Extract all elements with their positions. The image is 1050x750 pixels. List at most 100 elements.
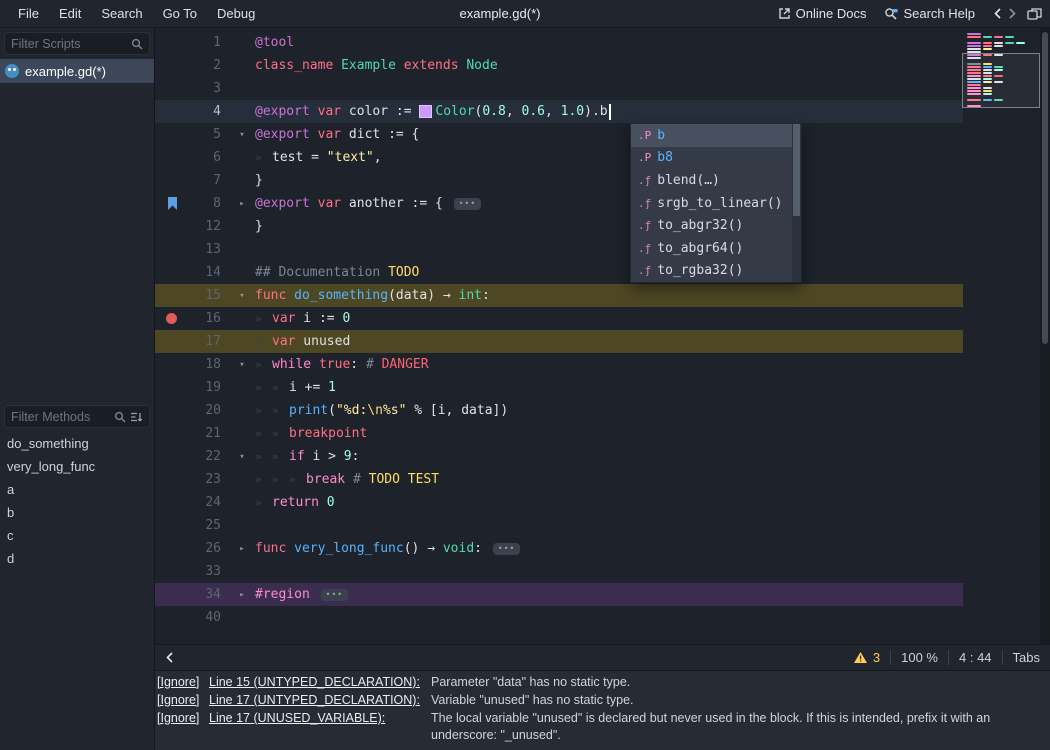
code-line[interactable]: 34▸#region •••: [155, 583, 963, 606]
autocomplete-item[interactable]: .ƒto_abgr64(): [631, 237, 801, 260]
menu-item[interactable]: Debug: [207, 3, 265, 24]
sort-methods-icon[interactable]: [130, 411, 143, 423]
method-item[interactable]: c: [0, 524, 154, 547]
menu-item[interactable]: Edit: [49, 3, 91, 24]
minimap[interactable]: [962, 28, 1040, 644]
code-line[interactable]: 21»»breakpoint: [155, 422, 963, 445]
menu-bar: FileEditSearchGo ToDebug example.gd(*) O…: [0, 0, 1050, 28]
menu-item[interactable]: Search: [91, 3, 152, 24]
method-item[interactable]: d: [0, 547, 154, 570]
toggle-bottom-panel-icon[interactable]: [165, 651, 174, 664]
search-help-button[interactable]: Search Help: [880, 4, 979, 23]
code-line[interactable]: 8▸@export var another := { •••: [155, 192, 963, 215]
vertical-scrollbar[interactable]: [1040, 28, 1050, 644]
ignore-link[interactable]: [Ignore]: [157, 674, 209, 691]
code-line[interactable]: 3: [155, 77, 963, 100]
fold-collapsed-icon[interactable]: ▸: [229, 590, 255, 600]
code-line[interactable]: 4@export var color := Color(0.8, 0.6, 1.…: [155, 100, 963, 123]
code-line[interactable]: 17»var unused: [155, 330, 963, 353]
method-item[interactable]: a: [0, 478, 154, 501]
color-swatch[interactable]: [419, 105, 432, 118]
indent-mode[interactable]: Tabs: [1013, 650, 1040, 665]
folded-code-ellipsis[interactable]: •••: [321, 589, 348, 601]
code-line[interactable]: 13: [155, 238, 963, 261]
warning-line-link[interactable]: Line 15 (UNTYPED_DECLARATION):: [209, 674, 431, 691]
code-line[interactable]: 15▾func do_something(data) → int:: [155, 284, 963, 307]
status-items: 3 100 % 4 : 44 Tabs: [853, 650, 1040, 665]
filter-scripts-input[interactable]: [11, 37, 127, 51]
autocomplete-item[interactable]: .ƒblend(…): [631, 169, 801, 192]
ignore-link[interactable]: [Ignore]: [157, 692, 209, 709]
warning-message: The local variable "unused" is declared …: [431, 710, 1048, 744]
line-gutter-marks[interactable]: [155, 313, 179, 324]
code-line[interactable]: 19»»i += 1: [155, 376, 963, 399]
script-item[interactable]: example.gd(*): [0, 59, 154, 83]
folded-code-ellipsis[interactable]: •••: [493, 543, 520, 555]
line-number: 33: [179, 564, 229, 579]
tab-indent-marker: »: [255, 335, 272, 348]
method-icon: .ƒ: [638, 174, 651, 187]
fold-expanded-icon[interactable]: ▾: [229, 452, 255, 462]
code-line[interactable]: 26▸func very_long_func() → void: •••: [155, 537, 963, 560]
code-line[interactable]: 24»return 0: [155, 491, 963, 514]
line-number: 4: [179, 104, 229, 119]
code-text: »var i := 0: [255, 311, 350, 326]
fold-expanded-icon[interactable]: ▾: [229, 291, 255, 301]
warning-line-link[interactable]: Line 17 (UNUSED_VARIABLE):: [209, 710, 431, 727]
code-line[interactable]: 20»»print("%d:\n%s" % [i, data]): [155, 399, 963, 422]
code-line[interactable]: 7}: [155, 169, 963, 192]
line-number: 15: [179, 288, 229, 303]
code-line[interactable]: 23»»»break # TODO TEST: [155, 468, 963, 491]
method-item[interactable]: do_something: [0, 432, 154, 455]
godot-script-icon: [5, 64, 19, 78]
history-back-icon[interactable]: [993, 7, 1002, 20]
autocomplete-item[interactable]: .ƒto_rgba32(): [631, 260, 801, 283]
breakpoint-icon[interactable]: [166, 313, 177, 324]
code-line[interactable]: 12}: [155, 215, 963, 238]
warning-count-button[interactable]: 3: [853, 650, 880, 665]
fold-expanded-icon[interactable]: ▾: [229, 130, 255, 140]
code-editor[interactable]: 1@tool2class_name Example extends Node34…: [155, 28, 1050, 644]
float-script-editor-icon[interactable]: [1027, 7, 1042, 21]
zoom-level[interactable]: 100 %: [901, 650, 938, 665]
minimap-viewport[interactable]: [962, 53, 1040, 108]
line-gutter-marks[interactable]: [155, 197, 179, 210]
filter-methods-input[interactable]: [11, 410, 110, 424]
autocomplete-item[interactable]: .Pb: [631, 124, 801, 147]
menu-item[interactable]: Go To: [153, 3, 207, 24]
fold-collapsed-icon[interactable]: ▸: [229, 544, 255, 554]
autocomplete-item[interactable]: .ƒto_abgr32(): [631, 214, 801, 237]
tab-indent-marker: »: [255, 358, 272, 371]
code-line[interactable]: 25: [155, 514, 963, 537]
autocomplete-item[interactable]: .Pb8: [631, 147, 801, 170]
code-line[interactable]: 16»var i := 0: [155, 307, 963, 330]
autocomplete-scrollbar[interactable]: [792, 124, 801, 282]
line-number: 1: [179, 35, 229, 50]
code-line[interactable]: 5▾@export var dict := {: [155, 123, 963, 146]
line-number: 6: [179, 150, 229, 165]
code-text: »»i += 1: [255, 380, 336, 395]
online-docs-label: Online Docs: [796, 6, 867, 21]
code-line[interactable]: 14## Documentation TODO: [155, 261, 963, 284]
online-docs-button[interactable]: Online Docs: [774, 4, 871, 23]
autocomplete-item[interactable]: .ƒsrgb_to_linear(): [631, 192, 801, 215]
method-item[interactable]: very_long_func: [0, 455, 154, 478]
autocomplete-scroll-thumb[interactable]: [793, 124, 800, 216]
fold-expanded-icon[interactable]: ▾: [229, 360, 255, 370]
warning-line-link[interactable]: Line 17 (UNTYPED_DECLARATION):: [209, 692, 431, 709]
code-line[interactable]: 18▾»while true: # DANGER: [155, 353, 963, 376]
code-line[interactable]: 33: [155, 560, 963, 583]
code-line[interactable]: 1@tool: [155, 31, 963, 54]
ignore-link[interactable]: [Ignore]: [157, 710, 209, 727]
folded-code-ellipsis[interactable]: •••: [454, 198, 481, 210]
code-line[interactable]: 40: [155, 606, 963, 629]
scrollbar-thumb[interactable]: [1042, 32, 1048, 344]
code-line[interactable]: 2class_name Example extends Node: [155, 54, 963, 77]
history-forward-icon[interactable]: [1008, 7, 1017, 20]
code-line[interactable]: 6»test = "text",: [155, 146, 963, 169]
method-icon: .ƒ: [638, 242, 651, 255]
menu-item[interactable]: File: [8, 3, 49, 24]
code-line[interactable]: 22▾»»if i > 9:: [155, 445, 963, 468]
method-item[interactable]: b: [0, 501, 154, 524]
fold-collapsed-icon[interactable]: ▸: [229, 199, 255, 209]
